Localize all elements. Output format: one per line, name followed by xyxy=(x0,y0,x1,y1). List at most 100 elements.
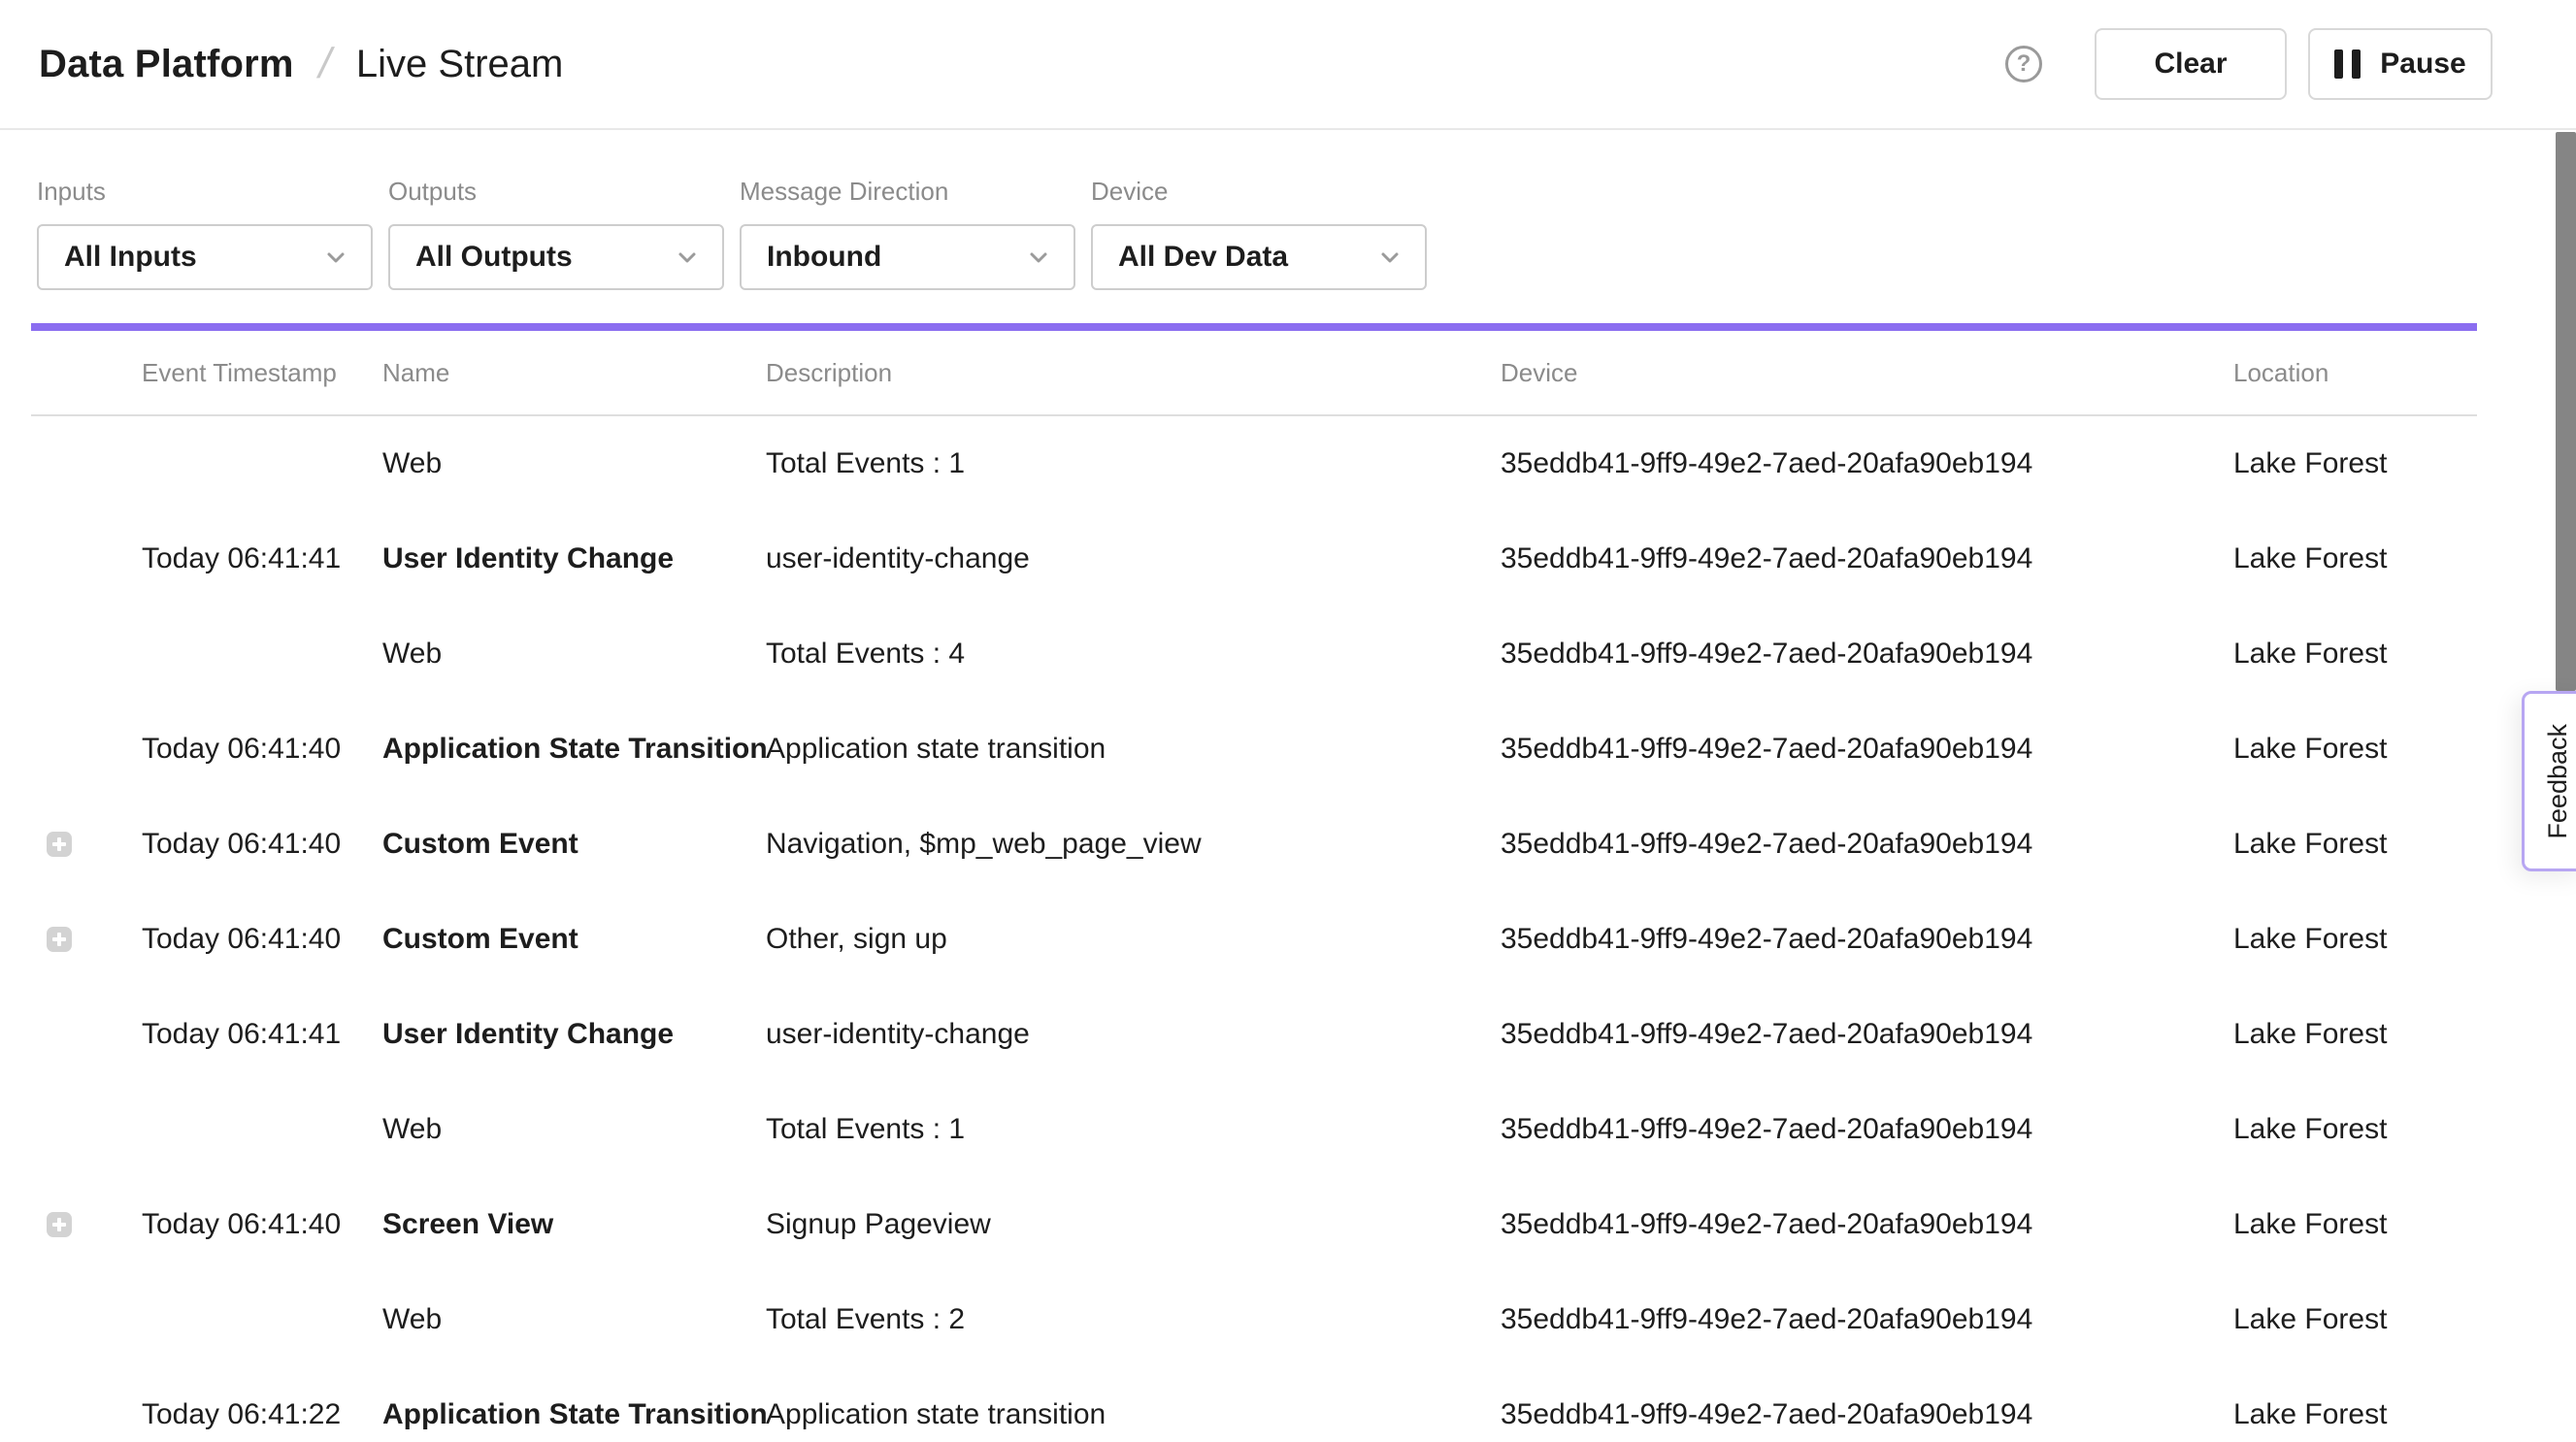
cell-device: 35eddb41-9ff9-49e2-7aed-20afa90eb194 xyxy=(1501,733,2233,766)
chevron-down-icon xyxy=(1376,244,1404,271)
expand-plus-icon[interactable] xyxy=(47,1212,72,1237)
cell-description: Total Events : 2 xyxy=(766,1303,1501,1336)
pause-button[interactable]: Pause xyxy=(2308,28,2493,100)
cell-description: user-identity-change xyxy=(766,1018,1501,1051)
cell-event-timestamp: Today 06:41:40 xyxy=(142,733,382,766)
header-event-timestamp: Event Timestamp xyxy=(142,358,382,388)
cell-name: Web xyxy=(382,638,766,671)
cell-description: user-identity-change xyxy=(766,542,1501,575)
topbar-actions: ? Clear Pause xyxy=(2005,28,2493,100)
cell-event-timestamp: Today 06:41:41 xyxy=(142,542,382,575)
table-row: Today 06:41:40Application State Transiti… xyxy=(31,702,2477,797)
feedback-tab-label: Feedback xyxy=(2535,724,2573,839)
header-device: Device xyxy=(1501,358,2233,388)
cell-expand xyxy=(31,832,142,857)
cell-name: Custom Event xyxy=(382,828,766,861)
chevron-down-icon xyxy=(1025,244,1052,271)
cell-location: Lake Forest xyxy=(2233,828,2477,861)
device-select[interactable]: All Dev Data xyxy=(1091,224,1427,290)
cell-location: Lake Forest xyxy=(2233,1018,2477,1051)
filter-device: Device All Dev Data xyxy=(1091,177,1427,290)
filter-message-direction: Message Direction Inbound xyxy=(740,177,1075,290)
cell-name: User Identity Change xyxy=(382,1018,766,1051)
cell-name: Application State Transition xyxy=(382,733,766,766)
filter-outputs: Outputs All Outputs xyxy=(388,177,724,290)
filter-label: Inputs xyxy=(37,177,373,207)
cell-description: Signup Pageview xyxy=(766,1208,1501,1241)
help-icon[interactable]: ? xyxy=(2005,46,2042,82)
cell-location: Lake Forest xyxy=(2233,1113,2477,1146)
cell-device: 35eddb41-9ff9-49e2-7aed-20afa90eb194 xyxy=(1501,1398,2233,1431)
cell-location: Lake Forest xyxy=(2233,638,2477,671)
chevron-down-icon xyxy=(674,244,701,271)
expand-plus-icon[interactable] xyxy=(47,832,72,857)
cell-description: Other, sign up xyxy=(766,923,1501,956)
message-direction-select-value: Inbound xyxy=(767,241,881,274)
header-location: Location xyxy=(2233,358,2477,388)
cell-name: Web xyxy=(382,1303,766,1336)
cell-description: Total Events : 1 xyxy=(766,1113,1501,1146)
inputs-select[interactable]: All Inputs xyxy=(37,224,373,290)
breadcrumb: Data Platform / Live Stream xyxy=(39,40,563,88)
outputs-select[interactable]: All Outputs xyxy=(388,224,724,290)
cell-name: Screen View xyxy=(382,1208,766,1241)
table-row: Today 06:41:41User Identity Changeuser-i… xyxy=(31,511,2477,606)
cell-description: Total Events : 1 xyxy=(766,447,1501,480)
cell-name: Custom Event xyxy=(382,923,766,956)
cell-device: 35eddb41-9ff9-49e2-7aed-20afa90eb194 xyxy=(1501,447,2233,480)
cell-location: Lake Forest xyxy=(2233,447,2477,480)
cell-location: Lake Forest xyxy=(2233,1398,2477,1431)
cell-location: Lake Forest xyxy=(2233,1303,2477,1336)
table-row: WebTotal Events : 135eddb41-9ff9-49e2-7a… xyxy=(31,1082,2477,1177)
cell-device: 35eddb41-9ff9-49e2-7aed-20afa90eb194 xyxy=(1501,638,2233,671)
table-row: Today 06:41:40Custom EventNavigation, $m… xyxy=(31,797,2477,892)
cell-description: Navigation, $mp_web_page_view xyxy=(766,828,1501,861)
message-direction-select[interactable]: Inbound xyxy=(740,224,1075,290)
cell-description: Application state transition xyxy=(766,733,1501,766)
cell-description: Application state transition xyxy=(766,1398,1501,1431)
cell-device: 35eddb41-9ff9-49e2-7aed-20afa90eb194 xyxy=(1501,1208,2233,1241)
table-row: WebTotal Events : 135eddb41-9ff9-49e2-7a… xyxy=(31,416,2477,511)
breadcrumb-root[interactable]: Data Platform xyxy=(39,43,294,86)
header-description: Description xyxy=(766,358,1501,388)
chevron-down-icon xyxy=(322,244,349,271)
cell-name: User Identity Change xyxy=(382,542,766,575)
cell-device: 35eddb41-9ff9-49e2-7aed-20afa90eb194 xyxy=(1501,1303,2233,1336)
pause-icon xyxy=(2334,49,2361,79)
clear-button[interactable]: Clear xyxy=(2095,28,2287,100)
accent-divider xyxy=(31,323,2477,331)
cell-name: Web xyxy=(382,1113,766,1146)
cell-location: Lake Forest xyxy=(2233,1208,2477,1241)
filter-bar: Inputs All Inputs Outputs All Outputs Me… xyxy=(0,130,2576,290)
filter-inputs: Inputs All Inputs xyxy=(37,177,373,290)
pause-button-label: Pause xyxy=(2380,48,2465,81)
expand-plus-icon[interactable] xyxy=(47,927,72,952)
inputs-select-value: All Inputs xyxy=(64,241,197,274)
table-row: Today 06:41:22Application State Transiti… xyxy=(31,1367,2477,1442)
table-row: Today 06:41:40Custom EventOther, sign up… xyxy=(31,892,2477,987)
cell-event-timestamp: Today 06:41:40 xyxy=(142,1208,382,1241)
header-name: Name xyxy=(382,358,766,388)
cell-expand xyxy=(31,1212,142,1237)
device-select-value: All Dev Data xyxy=(1118,241,1288,274)
cell-location: Lake Forest xyxy=(2233,733,2477,766)
vertical-scrollbar[interactable] xyxy=(2556,132,2576,691)
table-body: WebTotal Events : 135eddb41-9ff9-49e2-7a… xyxy=(31,416,2477,1442)
cell-location: Lake Forest xyxy=(2233,542,2477,575)
cell-event-timestamp: Today 06:41:41 xyxy=(142,1018,382,1051)
cell-event-timestamp: Today 06:41:40 xyxy=(142,923,382,956)
cell-device: 35eddb41-9ff9-49e2-7aed-20afa90eb194 xyxy=(1501,923,2233,956)
cell-description: Total Events : 4 xyxy=(766,638,1501,671)
outputs-select-value: All Outputs xyxy=(415,241,573,274)
live-stream-table: Event Timestamp Name Description Device … xyxy=(31,331,2477,1442)
cell-name: Web xyxy=(382,447,766,480)
page-title: Live Stream xyxy=(356,43,563,86)
table-row: Today 06:41:40Screen ViewSignup Pageview… xyxy=(31,1177,2477,1272)
table-row: WebTotal Events : 235eddb41-9ff9-49e2-7a… xyxy=(31,1272,2477,1367)
filter-label: Message Direction xyxy=(740,177,1075,207)
top-bar: Data Platform / Live Stream ? Clear Paus… xyxy=(0,0,2576,130)
cell-device: 35eddb41-9ff9-49e2-7aed-20afa90eb194 xyxy=(1501,828,2233,861)
cell-event-timestamp: Today 06:41:22 xyxy=(142,1398,382,1431)
cell-device: 35eddb41-9ff9-49e2-7aed-20afa90eb194 xyxy=(1501,1113,2233,1146)
feedback-tab[interactable]: Feedback xyxy=(2522,691,2576,871)
